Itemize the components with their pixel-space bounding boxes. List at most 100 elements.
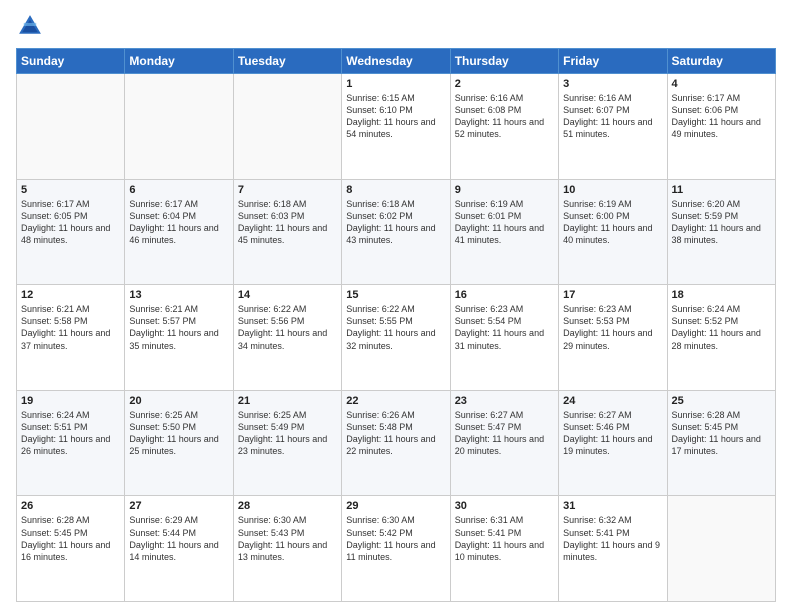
- calendar-cell: 2 Sunrise: 6:16 AMSunset: 6:08 PMDaylight…: [450, 74, 558, 180]
- day-number: 21: [238, 395, 337, 407]
- cell-details: Sunrise: 6:16 AMSunset: 6:08 PMDaylight:…: [455, 92, 554, 141]
- calendar-cell: 9 Sunrise: 6:19 AMSunset: 6:01 PMDaylight…: [450, 179, 558, 285]
- calendar-cell: 8 Sunrise: 6:18 AMSunset: 6:02 PMDaylight…: [342, 179, 450, 285]
- cell-details: Sunrise: 6:18 AMSunset: 6:02 PMDaylight:…: [346, 198, 445, 247]
- day-number: 11: [672, 184, 771, 196]
- calendar-cell: 23Sunrise: 6:27 AMSunset: 5:47 PMDayligh…: [450, 390, 558, 496]
- cell-details: Sunrise: 6:21 AMSunset: 5:58 PMDaylight:…: [21, 303, 120, 352]
- calendar-cell: [233, 74, 341, 180]
- calendar-cell: 15 Sunrise: 6:22 AMSunset: 5:55 PMDayligh…: [342, 285, 450, 391]
- cell-details: Sunrise: 6:30 AMSunset: 5:43 PMDaylight:…: [238, 514, 337, 563]
- day-number: 17: [563, 289, 662, 301]
- cell-details: Sunrise: 6:25 AMSunset: 5:49 PMDaylight:…: [238, 409, 337, 458]
- cell-details: Sunrise: 6:17 AMSunset: 6:04 PMDaylight:…: [129, 198, 228, 247]
- cell-details: Sunrise: 6:27 AMSunset: 5:46 PMDaylight:…: [563, 409, 662, 458]
- cell-details: Sunrise: 6:30 AMSunset: 5:42 PMDaylight:…: [346, 514, 445, 563]
- cell-details: Sunrise: 6:18 AMSunset: 6:03 PMDaylight:…: [238, 198, 337, 247]
- cell-details: Sunrise: 6:23 AMSunset: 5:53 PMDaylight:…: [563, 303, 662, 352]
- weekday-header-row: SundayMondayTuesdayWednesdayThursdayFrid…: [17, 49, 776, 74]
- weekday-header-saturday: Saturday: [667, 49, 775, 74]
- weekday-header-sunday: Sunday: [17, 49, 125, 74]
- cell-details: Sunrise: 6:28 AMSunset: 5:45 PMDaylight:…: [672, 409, 771, 458]
- day-number: 19: [21, 395, 120, 407]
- calendar-cell: 29 Sunrise: 6:30 AMSunset: 5:42 PMDayligh…: [342, 496, 450, 602]
- calendar-cell: 18Sunrise: 6:24 AMSunset: 5:52 PMDayligh…: [667, 285, 775, 391]
- calendar-cell: 20 Sunrise: 6:25 AMSunset: 5:50 PMDayligh…: [125, 390, 233, 496]
- calendar-cell: [125, 74, 233, 180]
- calendar-cell: 5 Sunrise: 6:17 AMSunset: 6:05 PMDaylight…: [17, 179, 125, 285]
- cell-details: Sunrise: 6:26 AMSunset: 5:48 PMDaylight:…: [346, 409, 445, 458]
- day-number: 9: [455, 184, 554, 196]
- cell-details: Sunrise: 6:31 AMSunset: 5:41 PMDaylight:…: [455, 514, 554, 563]
- calendar-cell: [17, 74, 125, 180]
- day-number: 22: [346, 395, 445, 407]
- calendar-cell: 11 Sunrise: 6:20 AMSunset: 5:59 PMDayligh…: [667, 179, 775, 285]
- cell-details: Sunrise: 6:28 AMSunset: 5:45 PMDaylight:…: [21, 514, 120, 563]
- week-row-1: 1Sunrise: 6:15 AMSunset: 6:10 PMDaylight…: [17, 74, 776, 180]
- day-number: 6: [129, 184, 228, 196]
- calendar-cell: 27 Sunrise: 6:29 AMSunset: 5:44 PMDayligh…: [125, 496, 233, 602]
- day-number: 2: [455, 78, 554, 90]
- day-number: 16: [455, 289, 554, 301]
- calendar-cell: 17 Sunrise: 6:23 AMSunset: 5:53 PMDayligh…: [559, 285, 667, 391]
- weekday-header-tuesday: Tuesday: [233, 49, 341, 74]
- calendar-cell: 14 Sunrise: 6:22 AMSunset: 5:56 PMDayligh…: [233, 285, 341, 391]
- calendar-cell: 19Sunrise: 6:24 AMSunset: 5:51 PMDayligh…: [17, 390, 125, 496]
- calendar-cell: 31Sunrise: 6:32 AMSunset: 5:41 PMDayligh…: [559, 496, 667, 602]
- day-number: 29: [346, 500, 445, 512]
- calendar-cell: 7 Sunrise: 6:18 AMSunset: 6:03 PMDaylight…: [233, 179, 341, 285]
- week-row-5: 26Sunrise: 6:28 AMSunset: 5:45 PMDayligh…: [17, 496, 776, 602]
- cell-details: Sunrise: 6:32 AMSunset: 5:41 PMDaylight:…: [563, 514, 662, 563]
- calendar-cell: 3 Sunrise: 6:16 AMSunset: 6:07 PMDaylight…: [559, 74, 667, 180]
- cell-details: Sunrise: 6:19 AMSunset: 6:01 PMDaylight:…: [455, 198, 554, 247]
- cell-details: Sunrise: 6:29 AMSunset: 5:44 PMDaylight:…: [129, 514, 228, 563]
- weekday-header-monday: Monday: [125, 49, 233, 74]
- day-number: 3: [563, 78, 662, 90]
- calendar-cell: 16 Sunrise: 6:23 AMSunset: 5:54 PMDayligh…: [450, 285, 558, 391]
- day-number: 18: [672, 289, 771, 301]
- calendar-cell: 21 Sunrise: 6:25 AMSunset: 5:49 PMDayligh…: [233, 390, 341, 496]
- weekday-header-wednesday: Wednesday: [342, 49, 450, 74]
- calendar-cell: 4Sunrise: 6:17 AMSunset: 6:06 PMDaylight…: [667, 74, 775, 180]
- cell-details: Sunrise: 6:16 AMSunset: 6:07 PMDaylight:…: [563, 92, 662, 141]
- calendar-cell: [667, 496, 775, 602]
- day-number: 1: [346, 78, 445, 90]
- cell-details: Sunrise: 6:22 AMSunset: 5:56 PMDaylight:…: [238, 303, 337, 352]
- calendar-cell: 13Sunrise: 6:21 AMSunset: 5:57 PMDayligh…: [125, 285, 233, 391]
- day-number: 7: [238, 184, 337, 196]
- day-number: 12: [21, 289, 120, 301]
- day-number: 8: [346, 184, 445, 196]
- calendar-cell: 22 Sunrise: 6:26 AMSunset: 5:48 PMDayligh…: [342, 390, 450, 496]
- calendar-cell: 30 Sunrise: 6:31 AMSunset: 5:41 PMDayligh…: [450, 496, 558, 602]
- day-number: 13: [129, 289, 228, 301]
- calendar-cell: 26Sunrise: 6:28 AMSunset: 5:45 PMDayligh…: [17, 496, 125, 602]
- day-number: 27: [129, 500, 228, 512]
- calendar-cell: 25 Sunrise: 6:28 AMSunset: 5:45 PMDayligh…: [667, 390, 775, 496]
- calendar-cell: 12 Sunrise: 6:21 AMSunset: 5:58 PMDayligh…: [17, 285, 125, 391]
- week-row-3: 12 Sunrise: 6:21 AMSunset: 5:58 PMDayligh…: [17, 285, 776, 391]
- calendar-cell: 24Sunrise: 6:27 AMSunset: 5:46 PMDayligh…: [559, 390, 667, 496]
- logo: [16, 12, 48, 40]
- day-number: 20: [129, 395, 228, 407]
- calendar-cell: 1Sunrise: 6:15 AMSunset: 6:10 PMDaylight…: [342, 74, 450, 180]
- day-number: 30: [455, 500, 554, 512]
- cell-details: Sunrise: 6:27 AMSunset: 5:47 PMDaylight:…: [455, 409, 554, 458]
- weekday-header-friday: Friday: [559, 49, 667, 74]
- calendar-table: SundayMondayTuesdayWednesdayThursdayFrid…: [16, 48, 776, 602]
- page: SundayMondayTuesdayWednesdayThursdayFrid…: [0, 0, 792, 612]
- logo-icon: [16, 12, 44, 40]
- cell-details: Sunrise: 6:20 AMSunset: 5:59 PMDaylight:…: [672, 198, 771, 247]
- day-number: 25: [672, 395, 771, 407]
- cell-details: Sunrise: 6:19 AMSunset: 6:00 PMDaylight:…: [563, 198, 662, 247]
- cell-details: Sunrise: 6:22 AMSunset: 5:55 PMDaylight:…: [346, 303, 445, 352]
- cell-details: Sunrise: 6:25 AMSunset: 5:50 PMDaylight:…: [129, 409, 228, 458]
- day-number: 14: [238, 289, 337, 301]
- day-number: 15: [346, 289, 445, 301]
- day-number: 4: [672, 78, 771, 90]
- week-row-4: 19Sunrise: 6:24 AMSunset: 5:51 PMDayligh…: [17, 390, 776, 496]
- day-number: 5: [21, 184, 120, 196]
- cell-details: Sunrise: 6:23 AMSunset: 5:54 PMDaylight:…: [455, 303, 554, 352]
- day-number: 10: [563, 184, 662, 196]
- cell-details: Sunrise: 6:17 AMSunset: 6:05 PMDaylight:…: [21, 198, 120, 247]
- weekday-header-thursday: Thursday: [450, 49, 558, 74]
